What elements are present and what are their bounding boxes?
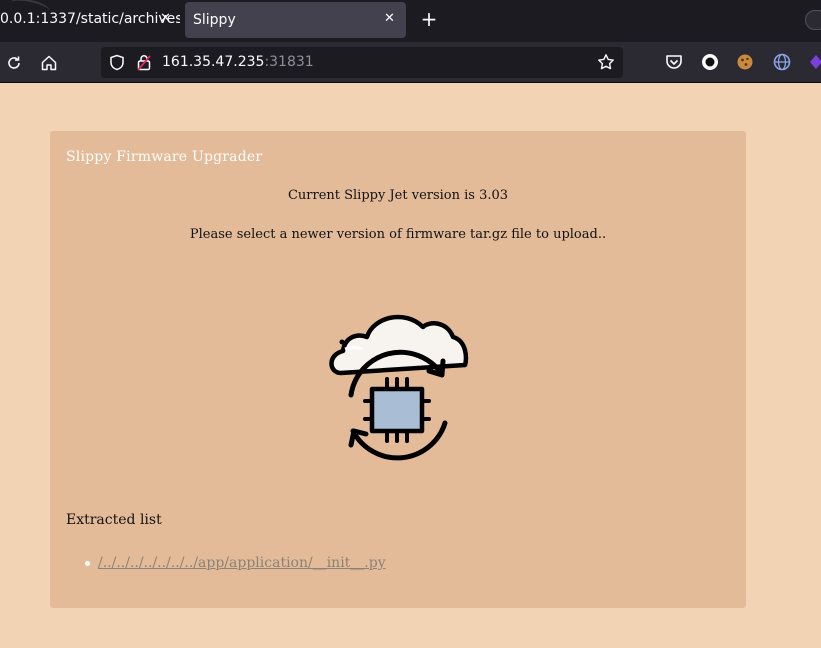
extension-circle-icon[interactable] [700, 52, 720, 72]
tab-close-icon[interactable]: ✕ [384, 11, 395, 27]
home-icon [41, 55, 57, 71]
tab-close-icon[interactable]: ✕ [160, 11, 171, 27]
list-item: /../../../../../../../app/application/__… [66, 553, 386, 573]
lock-icon[interactable] [137, 54, 151, 71]
cookie-icon[interactable] [735, 52, 755, 72]
nav-bar: 161.35.47.235:31831 [0, 42, 821, 83]
star-icon[interactable] [597, 53, 615, 71]
tab-archives[interactable]: 0.0.1:1337/static/archives ✕ [0, 0, 180, 38]
instruction-text: Please select a newer version of firmwar… [189, 227, 607, 242]
url-port: :31831 [264, 54, 314, 70]
extracted-list-heading: Extracted list [66, 512, 162, 528]
url-text[interactable]: 161.35.47.235:31831 [162, 53, 314, 72]
tab-slippy[interactable]: Slippy ✕ [185, 2, 406, 38]
new-tab-button[interactable]: + [418, 8, 440, 30]
tab-bar: 0.0.1:1337/static/archives ✕ Slippy ✕ + [0, 0, 821, 42]
extracted-list: /../../../../../../../app/application/__… [66, 553, 386, 573]
tab-title: 0.0.1:1337/static/archives [0, 11, 180, 27]
extracted-file-link[interactable]: /../../../../../../../app/application/__… [98, 555, 386, 571]
shield-icon[interactable] [109, 54, 125, 71]
reload-icon [8, 56, 20, 69]
page-title: Slippy Firmware Upgrader [66, 149, 263, 165]
reload-button[interactable] [3, 52, 25, 74]
home-button[interactable] [38, 52, 60, 74]
version-text: Current Slippy Jet version is 3.03 [287, 188, 509, 203]
upgrader-card: Slippy Firmware Upgrader Current Slippy … [50, 131, 746, 608]
pocket-icon[interactable] [664, 52, 684, 72]
url-bar[interactable]: 161.35.47.235:31831 [101, 47, 623, 78]
tab-title: Slippy [193, 12, 236, 28]
firmware-upload-icon[interactable] [325, 309, 471, 465]
globe-icon[interactable] [772, 52, 792, 72]
url-host: 161.35.47.235 [162, 54, 265, 70]
window-control[interactable] [805, 10, 821, 30]
extension-purple-icon[interactable] [806, 52, 821, 72]
